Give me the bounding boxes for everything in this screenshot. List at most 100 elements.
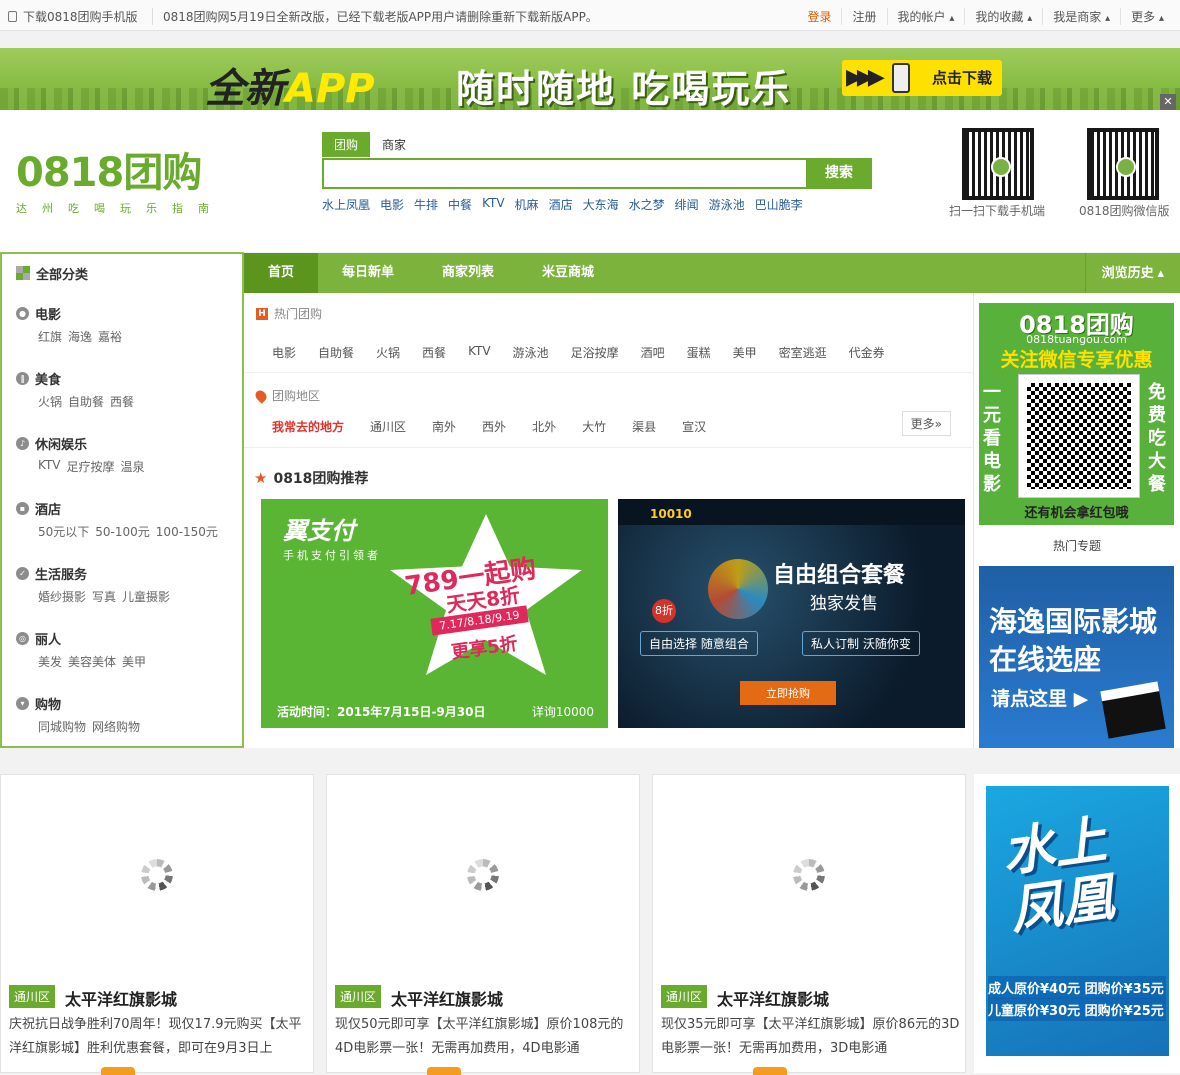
hot-word-link[interactable]: 游泳池 (709, 196, 745, 213)
banner-download-button[interactable]: ▶▶▶ 点击下载 (842, 60, 1002, 96)
hot-word-link[interactable]: KTV (482, 196, 504, 213)
nav-tab-daily-new[interactable]: 每日新单 (318, 253, 418, 293)
area-link[interactable]: 大竹 (582, 418, 606, 435)
category-title[interactable]: 生活服务 (35, 564, 87, 583)
subcategory-link[interactable]: 美发 (38, 653, 62, 670)
hot-word-link[interactable]: 中餐 (448, 196, 472, 213)
more-menu[interactable]: 更多 ▴ (1120, 8, 1174, 25)
hot-word-link[interactable]: 牛排 (414, 196, 438, 213)
hot-deal-link[interactable]: 蛋糕 (687, 344, 711, 361)
category-title[interactable]: 购物 (35, 694, 61, 713)
subcategory-link[interactable]: 100-150元 (156, 523, 218, 540)
subcategory-link[interactable]: 火锅 (38, 393, 62, 410)
app-download-label[interactable]: 下载0818团购手机版 (23, 8, 138, 25)
subcategory-link[interactable]: 自助餐 (68, 393, 104, 410)
subcategory-link[interactable]: 50-100元 (95, 523, 150, 540)
deal-card[interactable]: 通川区 太平洋红旗影城 现仅50元即可享【太平洋红旗影城】原价108元的4D电影… (326, 774, 640, 1075)
hot-deal-link[interactable]: 足浴按摩 (571, 344, 619, 361)
hot-deal-link[interactable]: 西餐 (422, 344, 446, 361)
category-hotel: ▪ 酒店 50元以下 50-100元 100-150元 (2, 487, 242, 552)
my-account-menu[interactable]: 我的帐户 ▴ (886, 8, 965, 25)
unicom-promo-banner[interactable]: 10010 8折 自由组合套餐 独家发售 自由选择 随意组合 私人订制 沃随你变… (618, 499, 965, 728)
hot-deal-link[interactable]: 代金券 (849, 344, 885, 361)
hot-word-link[interactable]: 绯闻 (675, 196, 699, 213)
subcategory-link[interactable]: 婚纱摄影 (38, 588, 86, 605)
merchant-menu[interactable]: 我是商家 ▴ (1042, 8, 1120, 25)
area-link[interactable]: 宣汉 (682, 418, 706, 435)
nav-tab-mall[interactable]: 米豆商城 (518, 253, 618, 293)
subcategory-link[interactable]: 同城购物 (38, 718, 86, 735)
hot-word-link[interactable]: 水上凤凰 (322, 196, 370, 213)
deal-title[interactable]: 太平洋红旗影城 (65, 986, 177, 1010)
subcategory-link[interactable]: 写真 (92, 588, 116, 605)
area-link[interactable]: 通川区 (370, 418, 406, 435)
subcategory-link[interactable]: KTV (38, 458, 60, 475)
hot-word-link[interactable]: 机麻 (515, 196, 539, 213)
subcategory-link[interactable]: 西餐 (110, 393, 134, 410)
hot-word-link[interactable]: 巴山脆李 (755, 196, 803, 213)
nav-tab-home[interactable]: 首页 (244, 253, 319, 293)
app-download-link[interactable]: 下载0818团购手机版 (8, 8, 138, 25)
subcategory-link[interactable]: 足疗按摩 (66, 458, 114, 475)
search-input[interactable] (324, 160, 804, 187)
hot-deal-link[interactable]: KTV (468, 344, 490, 361)
subcategory-link[interactable]: 红旗 (38, 328, 62, 345)
hot-word-link[interactable]: 电影 (380, 196, 404, 213)
hot-deal-link[interactable]: 自助餐 (318, 344, 354, 361)
close-icon[interactable]: ✕ (1160, 94, 1176, 110)
search-tab-deals[interactable]: 团购 (322, 132, 371, 157)
area-link[interactable]: 渠县 (632, 418, 656, 435)
deal-card[interactable]: 通川区 太平洋红旗影城 庆祝抗日战争胜利70周年！现仅17.9元购买【太平洋红旗… (0, 774, 314, 1075)
subcategory-link[interactable]: 美容美体 (68, 653, 116, 670)
area-link[interactable]: 西外 (482, 418, 506, 435)
nav-tab-merchants[interactable]: 商家列表 (418, 253, 518, 293)
area-frequent[interactable]: 我常去的地方 (272, 418, 344, 435)
ad2-buy-button[interactable]: 立即抢购 (740, 681, 836, 705)
deal-area-badge: 通川区 (9, 985, 56, 1008)
app-banner[interactable]: 全新APP 随时随地 吃喝玩乐 ▶▶▶ 点击下载 ✕ (0, 48, 1180, 112)
subcategory-link[interactable]: 儿童摄影 (122, 588, 170, 605)
search-button[interactable]: 搜索 (806, 158, 872, 189)
deal-tag (427, 1067, 461, 1075)
category-title[interactable]: 酒店 (35, 499, 61, 518)
subcategory-link[interactable]: 美甲 (122, 653, 146, 670)
category-title[interactable]: 休闲娱乐 (35, 434, 87, 453)
ad2-pill: 私人订制 沃随你变 (802, 631, 920, 656)
hot-deal-link[interactable]: 密室逃逛 (779, 344, 827, 361)
hot-word-link[interactable]: 酒店 (549, 196, 573, 213)
area-link[interactable]: 南外 (432, 418, 456, 435)
search-tab-merchants[interactable]: 商家 (370, 132, 418, 157)
subcategory-link[interactable]: 嘉裕 (98, 328, 122, 345)
category-title[interactable]: 美食 (35, 369, 61, 388)
water-park-promo[interactable]: 水上凤凰 成人原价¥40元 团购价¥35元 儿童原价¥30元 团购价¥25元 (974, 774, 1180, 1073)
register-link[interactable]: 注册 (841, 8, 886, 25)
hot-word-link[interactable]: 水之梦 (629, 196, 665, 213)
bestpay-promo-banner[interactable]: 翼支付 手机支付引领者 789一起购 天天8折 7.17/8.18/9.19 更… (261, 499, 608, 728)
all-categories-label: 全部分类 (36, 267, 89, 283)
cinema-promo[interactable]: 海逸国际影城 在线选座 请点这里 ▶ (979, 566, 1174, 748)
subcategory-link[interactable]: 海逸 (68, 328, 92, 345)
category-title[interactable]: 丽人 (35, 629, 61, 648)
deal-title[interactable]: 太平洋红旗影城 (391, 986, 503, 1010)
subcategory-link[interactable]: 温泉 (121, 458, 145, 475)
category-title[interactable]: 电影 (35, 304, 61, 323)
area-more-button[interactable]: 更多» (901, 411, 951, 436)
site-logo[interactable]: 0818团购 达州吃喝玩乐指南 (16, 140, 224, 216)
hot-deal-link[interactable]: 电影 (272, 344, 296, 361)
hot-word-link[interactable]: 大东海 (583, 196, 619, 213)
deal-title[interactable]: 太平洋红旗影城 (717, 986, 829, 1010)
hot-deal-link[interactable]: 游泳池 (513, 344, 549, 361)
deal-card[interactable]: 通川区 太平洋红旗影城 现仅35元即可享【太平洋红旗影城】原价86元的3D电影票… (652, 774, 966, 1075)
login-link[interactable]: 登录 (797, 8, 841, 25)
site-header: 0818团购 达州吃喝玩乐指南 团购 商家 搜索 水上凤凰 电影 牛排 中餐 K… (0, 110, 1180, 252)
area-link[interactable]: 北外 (532, 418, 556, 435)
subcategory-link[interactable]: 50元以下 (38, 523, 89, 540)
hot-deal-link[interactable]: 美甲 (733, 344, 757, 361)
hot-deal-link[interactable]: 火锅 (376, 344, 400, 361)
all-categories-header[interactable]: 全部分类 (2, 254, 242, 292)
wechat-promo[interactable]: 0818团购 0818tuangou.com 关注微信专享优惠 一元看电影 免费… (979, 303, 1174, 525)
browse-history-menu[interactable]: 浏览历史 ▴ (1084, 253, 1180, 294)
subcategory-link[interactable]: 网络购物 (92, 718, 140, 735)
my-favorites-menu[interactable]: 我的收藏 ▴ (964, 8, 1042, 25)
hot-deal-link[interactable]: 酒吧 (641, 344, 665, 361)
